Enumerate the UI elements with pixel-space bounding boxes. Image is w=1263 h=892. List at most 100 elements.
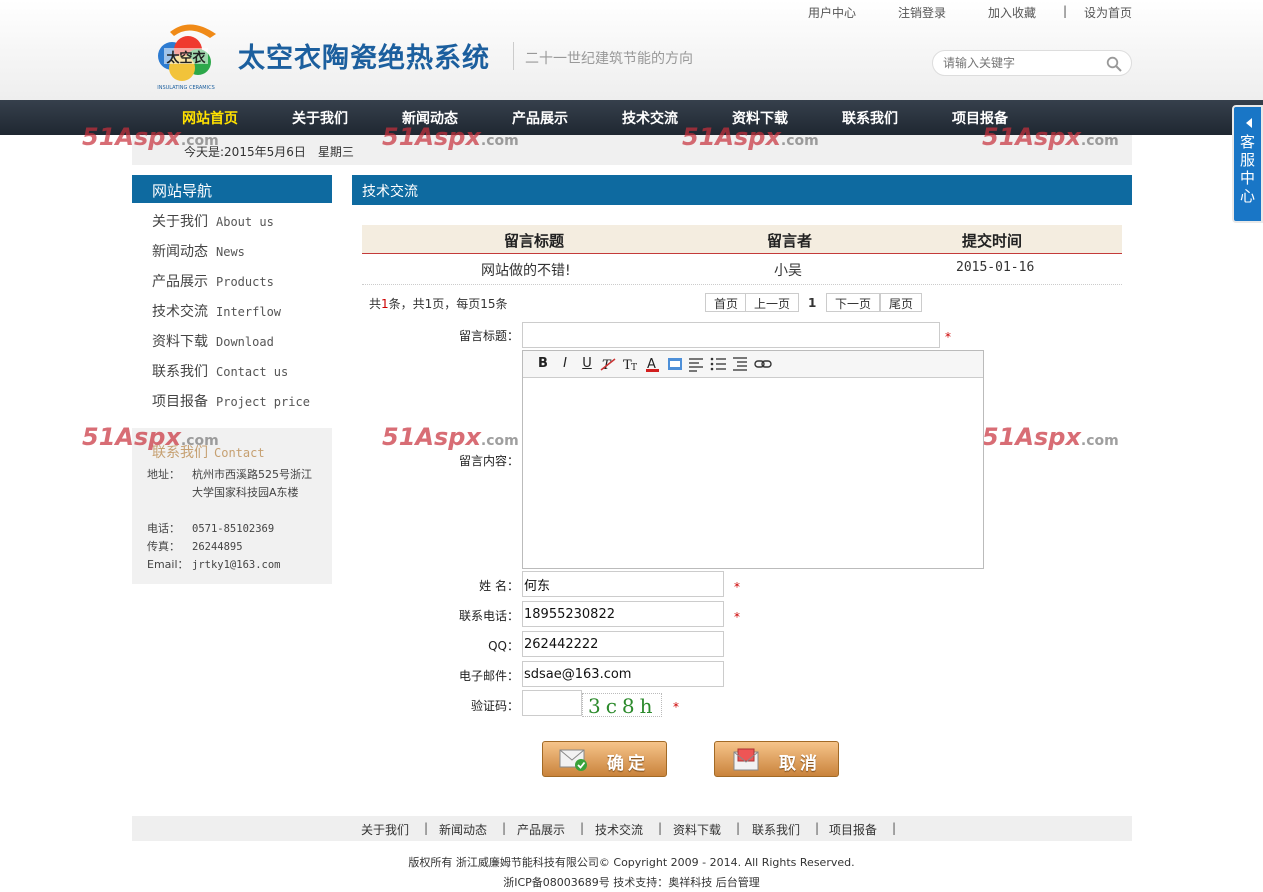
next-page-button[interactable]: 下一页 bbox=[826, 293, 881, 312]
sidebar-item-products[interactable]: 产品展示 Products bbox=[132, 265, 332, 295]
copyright: 版权所有 浙江威廉姆节能科技有限公司© Copyright 2009 - 201… bbox=[408, 856, 855, 869]
sidebar-item-download[interactable]: 资料下载 Download bbox=[132, 325, 332, 355]
sidebar-item-interflow[interactable]: 技术交流 Interflow bbox=[132, 295, 332, 325]
nav-interflow[interactable]: 技术交流 bbox=[622, 108, 678, 128]
nav-home[interactable]: 网站首页 bbox=[182, 108, 238, 128]
watermark: 51Aspx.com bbox=[982, 423, 1119, 451]
sidebar-title: 网站导航 bbox=[132, 175, 332, 203]
nav-products[interactable]: 产品展示 bbox=[512, 108, 568, 128]
footer-link-interflow[interactable]: 技术交流 bbox=[595, 821, 643, 838]
logo-icon[interactable]: 太空衣 INSULATING CERAMICS bbox=[150, 20, 222, 92]
phone-label: 联系电话： bbox=[458, 609, 519, 623]
footer-separator: | bbox=[736, 821, 741, 835]
user-center-link[interactable]: 用户中心 bbox=[808, 4, 898, 21]
envelope-check-icon bbox=[559, 748, 589, 772]
row-time: 2015-01-16 bbox=[956, 260, 1035, 275]
main-title: 技术交流 bbox=[352, 175, 1132, 205]
brand-divider bbox=[513, 42, 514, 70]
submit-button[interactable]: 确定 bbox=[542, 741, 667, 777]
nav-contact[interactable]: 联系我们 bbox=[842, 108, 898, 128]
required-mark: * bbox=[673, 700, 679, 714]
top-links: 用户中心 注销登录 加入收藏 | 设为首页 bbox=[808, 4, 1132, 21]
footer-separator: | bbox=[424, 821, 429, 835]
list-icon[interactable] bbox=[708, 355, 730, 373]
ordered-list-icon[interactable] bbox=[730, 355, 752, 373]
footer-link-products[interactable]: 产品展示 bbox=[517, 821, 565, 838]
name-input[interactable] bbox=[522, 571, 724, 597]
customer-service-float[interactable]: 客服中心 bbox=[1232, 105, 1263, 223]
footer-link-contact[interactable]: 联系我们 bbox=[752, 821, 800, 838]
captcha-input[interactable] bbox=[522, 690, 582, 716]
footer-separator: | bbox=[580, 821, 585, 835]
contact-title: 联系我们 Contact bbox=[152, 445, 265, 461]
qq-label: QQ： bbox=[488, 639, 519, 653]
align-icon[interactable] bbox=[686, 355, 708, 373]
pager-info: 共1条，共1页，每页15条 bbox=[369, 297, 508, 311]
email-input[interactable] bbox=[522, 661, 724, 687]
svg-text:T: T bbox=[631, 363, 637, 373]
font-size-icon[interactable]: TT bbox=[620, 355, 642, 373]
set-homepage-link[interactable]: 设为首页 bbox=[1084, 4, 1132, 21]
captcha-image[interactable]: 3c8h bbox=[582, 693, 662, 718]
cancel-button[interactable]: 取消 bbox=[714, 741, 839, 777]
brand-title: 太空衣陶瓷绝热系统 bbox=[238, 43, 490, 74]
title-input[interactable] bbox=[522, 322, 940, 348]
footer-separator: | bbox=[892, 821, 897, 835]
italic-button[interactable]: I bbox=[554, 355, 576, 373]
contact-fax: 传真： 26244895 bbox=[147, 540, 243, 553]
svg-text:INSULATING CERAMICS: INSULATING CERAMICS bbox=[157, 85, 215, 91]
brand-slogan: 二十一世纪建筑节能的方向 bbox=[525, 51, 693, 67]
row-title[interactable]: 网站做的不错! bbox=[481, 260, 571, 280]
first-page-button[interactable]: 首页 bbox=[705, 293, 748, 312]
captcha-label: 验证码： bbox=[470, 699, 519, 713]
editor-toolbar: B I U T TT A bbox=[523, 351, 983, 378]
search-box bbox=[932, 50, 1132, 76]
phone-input[interactable] bbox=[522, 601, 724, 627]
footer-link-about[interactable]: 关于我们 bbox=[361, 821, 409, 838]
sidebar-item-contact[interactable]: 联系我们 Contact us bbox=[132, 355, 332, 385]
main-nav: 网站首页 关于我们 新闻动态 产品展示 技术交流 资料下载 联系我们 项目报备 bbox=[0, 100, 1263, 135]
name-label: 姓 名： bbox=[479, 579, 519, 593]
footer-link-download[interactable]: 资料下载 bbox=[673, 821, 721, 838]
service-label: 客服中心 bbox=[1240, 133, 1256, 205]
sidebar-nav: 关于我们 About us 新闻动态 News 产品展示 Products 技术交流 I… bbox=[132, 205, 332, 415]
chevron-left-icon bbox=[1246, 118, 1252, 128]
col-title: 留言标题 bbox=[504, 232, 565, 250]
content-label: 留言内容： bbox=[458, 454, 519, 468]
prev-page-button[interactable]: 上一页 bbox=[745, 293, 800, 312]
nav-news[interactable]: 新闻动态 bbox=[402, 108, 458, 128]
envelope-cancel-icon bbox=[731, 748, 761, 772]
footer-link-project[interactable]: 项目报备 bbox=[829, 821, 877, 838]
footer-link-news[interactable]: 新闻动态 bbox=[439, 821, 487, 838]
search-input[interactable] bbox=[943, 51, 1103, 75]
col-time: 提交时间 bbox=[962, 232, 1023, 250]
bold-button[interactable]: B bbox=[532, 355, 554, 373]
icp-info[interactable]: 浙ICP备08003689号 技术支持：奥祥科技 后台管理 bbox=[0, 874, 1263, 890]
table-row[interactable]: 网站做的不错! 小吴 2015-01-16 bbox=[362, 255, 1122, 285]
sidebar-item-project[interactable]: 项目报备 Project price bbox=[132, 385, 332, 415]
link-icon[interactable] bbox=[752, 355, 774, 373]
contact-box: 联系我们 Contact 地址： 杭州市西溪路525号浙江大学国家科技园A东楼 电话… bbox=[132, 428, 332, 584]
font-color-icon[interactable]: A bbox=[642, 355, 664, 373]
sidebar-item-news[interactable]: 新闻动态 News bbox=[132, 235, 332, 265]
clear-format-icon[interactable]: T bbox=[598, 355, 620, 373]
current-page: 1 bbox=[808, 296, 817, 310]
row-author: 小吴 bbox=[774, 263, 802, 279]
logout-link[interactable]: 注销登录 bbox=[898, 4, 988, 21]
last-page-button[interactable]: 尾页 bbox=[880, 293, 923, 312]
svg-text:太空衣: 太空衣 bbox=[165, 50, 205, 66]
date-text: 今天是:2015年5月6日 星期三 bbox=[184, 145, 354, 159]
add-favorite-link[interactable]: 加入收藏 bbox=[988, 4, 1063, 21]
required-mark: * bbox=[734, 580, 740, 594]
underline-button[interactable]: U bbox=[576, 355, 598, 373]
qq-input[interactable] bbox=[522, 631, 724, 657]
watermark: 51Aspx.com bbox=[382, 423, 519, 451]
nav-project[interactable]: 项目报备 bbox=[952, 108, 1008, 128]
nav-about[interactable]: 关于我们 bbox=[292, 108, 348, 128]
highlight-icon[interactable] bbox=[664, 355, 686, 373]
nav-download[interactable]: 资料下载 bbox=[732, 108, 788, 128]
sidebar-item-about[interactable]: 关于我们 About us bbox=[132, 205, 332, 235]
date-bar: 今天是:2015年5月6日 星期三 bbox=[132, 135, 1132, 165]
search-icon[interactable] bbox=[1106, 56, 1122, 72]
col-author: 留言者 bbox=[767, 232, 813, 250]
